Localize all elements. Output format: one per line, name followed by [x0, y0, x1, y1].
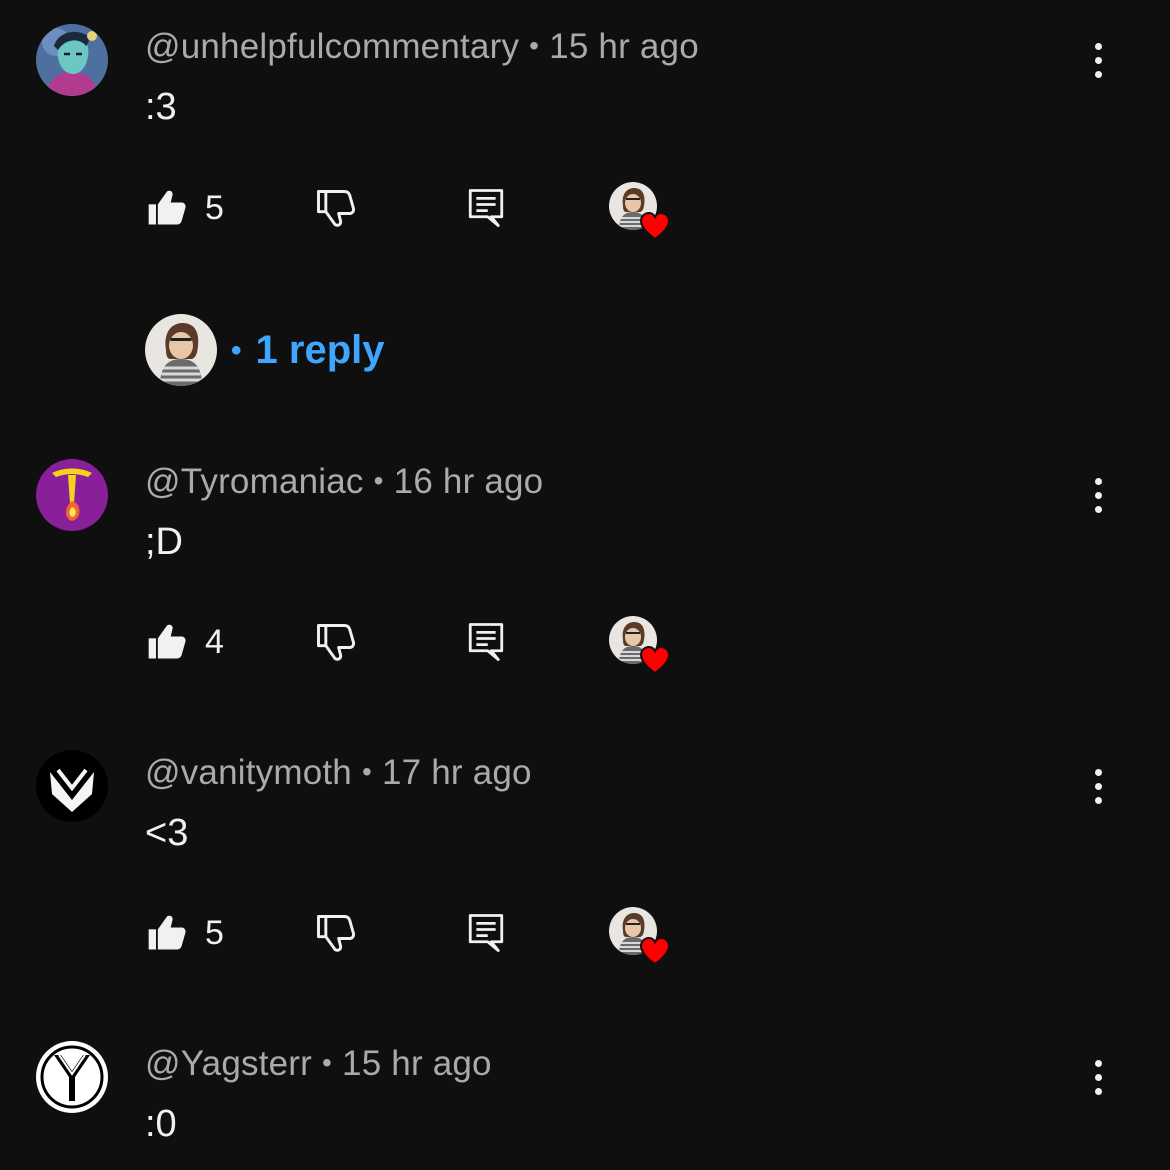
- like-count: 5: [205, 188, 224, 227]
- comment-actions: 5: [145, 178, 705, 238]
- creator-heart-icon: [609, 907, 671, 967]
- creator-heart-icon: [609, 182, 671, 242]
- separator-dot: •: [231, 333, 242, 367]
- timestamp: 15 hr ago: [342, 1044, 492, 1083]
- separator-dot: •: [529, 30, 540, 61]
- comment-actions: 4: [145, 612, 705, 672]
- comment-reply-icon: [465, 619, 507, 665]
- timestamp: 15 hr ago: [549, 27, 699, 66]
- dislike-button[interactable]: [313, 178, 357, 238]
- avatar[interactable]: [36, 459, 108, 531]
- username[interactable]: @Tyromaniac: [145, 462, 364, 501]
- like-button[interactable]: 5: [145, 903, 224, 963]
- comment-text: :0: [145, 1103, 177, 1145]
- more-vertical-icon-dot: [1094, 70, 1102, 78]
- thumb-up-icon: [145, 911, 189, 955]
- reply-button[interactable]: [465, 903, 507, 963]
- like-count: 4: [205, 622, 224, 661]
- more-vertical-icon-dot: [1094, 505, 1102, 513]
- more-options-button[interactable]: [1080, 1053, 1116, 1101]
- more-options-button[interactable]: [1080, 762, 1116, 810]
- avatar[interactable]: [36, 750, 108, 822]
- replies-count-text: 1 reply: [255, 327, 385, 372]
- like-count: 5: [205, 913, 224, 952]
- more-vertical-icon-dot: [1094, 56, 1102, 64]
- more-vertical-icon-dot: [1094, 1073, 1102, 1081]
- thumb-down-icon: [313, 620, 357, 664]
- username[interactable]: @unhelpfulcommentary: [145, 27, 519, 66]
- timestamp: 16 hr ago: [393, 462, 544, 501]
- thumb-down-icon: [313, 186, 357, 230]
- timestamp: 17 hr ago: [382, 753, 532, 792]
- comment-reply-icon: [465, 910, 507, 956]
- separator-dot: •: [322, 1047, 333, 1078]
- comment-header: @vanitymoth • 17 hr ago: [145, 753, 532, 793]
- username[interactable]: @Yagsterr: [145, 1044, 312, 1083]
- comment-reply-icon: [465, 185, 507, 231]
- separator-dot: •: [373, 465, 384, 496]
- more-vertical-icon-dot: [1094, 796, 1102, 804]
- dislike-button[interactable]: [313, 903, 357, 963]
- username[interactable]: @vanitymoth: [145, 753, 352, 792]
- comment-text: <3: [145, 812, 189, 854]
- more-vertical-icon: [1094, 1059, 1102, 1067]
- avatar[interactable]: [36, 1041, 108, 1113]
- like-button[interactable]: 4: [145, 612, 224, 672]
- thumb-up-icon: [145, 620, 189, 664]
- more-options-button[interactable]: [1080, 471, 1116, 519]
- view-replies-button[interactable]: • 1 reply: [145, 314, 384, 386]
- like-button[interactable]: 5: [145, 178, 224, 238]
- reply-avatar: [145, 314, 217, 386]
- thumb-down-icon: [313, 911, 357, 955]
- separator-dot: •: [361, 756, 372, 787]
- more-vertical-icon: [1094, 477, 1102, 485]
- more-vertical-icon-dot: [1094, 491, 1102, 499]
- more-vertical-icon-dot: [1094, 1087, 1102, 1095]
- more-vertical-icon: [1094, 768, 1102, 776]
- reply-button[interactable]: [465, 612, 507, 672]
- avatar[interactable]: [36, 24, 108, 96]
- reply-button[interactable]: [465, 178, 507, 238]
- more-vertical-icon-dot: [1094, 782, 1102, 790]
- creator-heart-icon: [609, 616, 671, 676]
- comment-text: :3: [145, 86, 177, 128]
- comment-text: ;D: [145, 521, 183, 563]
- more-vertical-icon: [1094, 42, 1102, 50]
- comment-header: @Yagsterr • 15 hr ago: [145, 1044, 492, 1084]
- dislike-button[interactable]: [313, 612, 357, 672]
- more-options-button[interactable]: [1080, 36, 1116, 84]
- comment-actions: 5: [145, 903, 705, 963]
- comment-header: @Tyromaniac • 16 hr ago: [145, 462, 543, 502]
- thumb-up-icon: [145, 186, 189, 230]
- comment-header: @unhelpfulcommentary • 15 hr ago: [145, 27, 699, 67]
- replies-label: • 1 reply: [231, 328, 384, 373]
